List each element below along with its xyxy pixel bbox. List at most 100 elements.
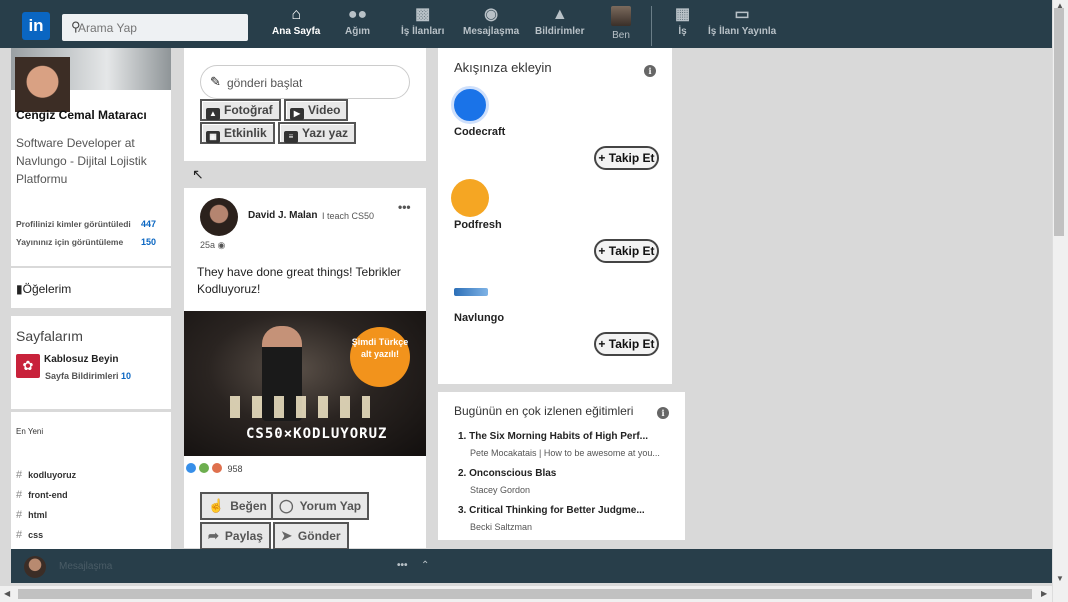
course-author: Pete Mocakatais | How to be awesome at y…: [470, 448, 660, 458]
write-article-button[interactable]: ≡ Yazı yaz: [278, 122, 357, 144]
nav-jobs-label: İş İlanları: [401, 26, 445, 37]
post-image-brand: CS50×KODLUYORUZ: [246, 426, 388, 442]
post-time-label: 25a: [200, 240, 216, 250]
scroll-left-arrow[interactable]: ◀: [4, 589, 10, 598]
follow-button[interactable]: + Takip Et: [594, 332, 659, 356]
profile-headline: Software Developer at Navlungo - Dijital…: [16, 136, 147, 186]
course-title[interactable]: 1. The Six Morning Habits of High Perf..…: [458, 431, 648, 442]
hash-icon: #: [16, 529, 23, 541]
post-text: They have done great things! Tebrikler K…: [197, 265, 401, 296]
hashtag-item[interactable]: # html: [16, 509, 47, 521]
more-options-icon[interactable]: •••: [398, 200, 411, 214]
event-button[interactable]: ▦ Etkinlik: [200, 122, 275, 144]
info-icon[interactable]: i: [644, 65, 656, 77]
profile-views-stat[interactable]: Profilinizi kimler görüntüledi 447: [16, 219, 156, 229]
horizontal-scroll-thumb[interactable]: [18, 589, 1032, 599]
bell-icon: ▲: [551, 6, 568, 23]
scroll-up-arrow[interactable]: ▲: [1056, 1, 1064, 10]
like-label: Beğen: [230, 499, 267, 513]
profile-name[interactable]: Cengiz Cemal Mataracı: [16, 108, 147, 122]
messaging-more-icon[interactable]: •••: [397, 560, 408, 571]
event-label: Etkinlik: [224, 126, 267, 140]
navlungo-logo[interactable]: [454, 288, 488, 296]
nav-post-job[interactable]: ▭ İş İlanı Yayınla: [708, 6, 776, 37]
messaging-avatar: [24, 556, 46, 578]
stat-value: 150: [140, 237, 156, 247]
hashtag-item[interactable]: # front-end: [16, 489, 68, 501]
hashtag-item[interactable]: # kodluyoruz: [16, 469, 76, 481]
share-button[interactable]: ➦ Paylaş: [200, 522, 271, 550]
codecraft-logo[interactable]: [451, 86, 489, 124]
reactions-summary[interactable]: 958: [186, 463, 243, 474]
page-name[interactable]: Kablosuz Beyin: [44, 354, 118, 365]
saved-items-label: Öğelerim: [22, 282, 72, 296]
video-button[interactable]: ▶ Video: [284, 99, 349, 121]
send-button[interactable]: ➤ Gönder: [273, 522, 349, 550]
nav-notifications[interactable]: ▲ Bildirimler: [535, 6, 584, 37]
chevron-up-icon[interactable]: ⌃: [421, 560, 429, 571]
nav-work-label: İş: [678, 26, 687, 37]
start-post-input[interactable]: ✎ gönderi başlat: [200, 65, 410, 99]
bookmark-icon: ▮: [16, 282, 23, 296]
comment-button[interactable]: ◯ Yorum Yap: [271, 492, 370, 520]
celebrate-reaction-icon: [199, 463, 209, 473]
course-title[interactable]: 2. Onconscious Blas: [458, 468, 556, 479]
stat-label: Yayınınız için görüntüleme: [16, 237, 124, 247]
linkedin-logo[interactable]: in: [22, 12, 50, 40]
like-button[interactable]: ☝ Beğen: [200, 492, 275, 520]
page-logo-icon[interactable]: ✿: [16, 354, 40, 378]
post-author-avatar[interactable]: [200, 198, 238, 236]
vertical-scroll-thumb[interactable]: [1054, 8, 1064, 236]
comment-label: Yorum Yap: [299, 499, 362, 513]
hashtag-label: html: [28, 510, 48, 520]
nav-divider: [651, 6, 652, 46]
page-notifications-count: 10: [121, 371, 132, 381]
profile-photo[interactable]: [15, 57, 70, 112]
company-name[interactable]: Navlungo: [454, 312, 504, 324]
search-box[interactable]: ⚲: [62, 14, 248, 41]
nav-home[interactable]: ⌂ Ana Sayfa: [272, 6, 320, 37]
follow-button[interactable]: + Takip Et: [594, 146, 659, 170]
nav-network-label: Ağım: [345, 26, 370, 37]
follow-button[interactable]: + Takip Et: [594, 239, 659, 263]
photo-button[interactable]: ▲ Fotoğraf: [200, 99, 281, 121]
hashtag-label: front-end: [28, 490, 68, 500]
write-article-label: Yazı yaz: [302, 126, 349, 140]
nav-messaging[interactable]: ◉ Mesajlaşma: [463, 6, 519, 37]
company-name[interactable]: Podfresh: [454, 219, 502, 231]
messaging-bar[interactable]: [11, 549, 1052, 583]
briefcase-icon: ▩: [415, 6, 431, 23]
calendar-icon: ▦: [206, 131, 220, 143]
scroll-down-arrow[interactable]: ▼: [1056, 574, 1064, 583]
hashtag-label: kodluyoruz: [28, 470, 77, 480]
chat-icon: ◉: [484, 6, 499, 23]
info-icon[interactable]: i: [657, 407, 669, 419]
hash-icon: #: [16, 489, 23, 501]
nav-me-label: Ben: [612, 30, 630, 41]
nav-network[interactable]: ●● Ağım: [345, 6, 370, 37]
share-arrow-icon: ➦: [208, 528, 219, 543]
share-label: Paylaş: [224, 529, 263, 543]
page-notifications[interactable]: Sayfa Bildirimleri 10: [45, 371, 131, 381]
home-icon: ⌂: [291, 6, 302, 23]
saved-items-link[interactable]: ▮Öğelerim: [16, 282, 71, 296]
company-name[interactable]: Codecraft: [454, 126, 505, 138]
nav-work[interactable]: ▦ İş: [675, 6, 690, 37]
start-post-placeholder: gönderi başlat: [227, 76, 303, 90]
nav-notifications-label: Bildirimler: [535, 26, 585, 37]
scroll-right-arrow[interactable]: ▶: [1041, 589, 1047, 598]
messaging-label[interactable]: Mesajlaşma: [59, 561, 112, 572]
hashtag-item[interactable]: # css: [16, 529, 43, 541]
hashtag-label: css: [28, 530, 44, 540]
post-views-stat[interactable]: Yayınınız için görüntüleme 150: [16, 237, 156, 247]
nav-me[interactable]: Ben: [611, 6, 631, 41]
nav-jobs[interactable]: ▩ İş İlanları: [401, 6, 444, 37]
hash-icon: #: [16, 469, 23, 481]
course-title[interactable]: 3. Critical Thinking for Better Judgme..…: [458, 505, 645, 516]
recent-label: En Yeni: [16, 427, 44, 436]
post-timestamp: 25a ◉: [200, 240, 225, 251]
podfresh-logo[interactable]: [451, 179, 489, 217]
courses-title: Bugünün en çok izlenen eğitimleri: [454, 404, 634, 418]
post-author-name[interactable]: David J. Malan: [248, 210, 317, 221]
search-input[interactable]: [78, 18, 238, 37]
